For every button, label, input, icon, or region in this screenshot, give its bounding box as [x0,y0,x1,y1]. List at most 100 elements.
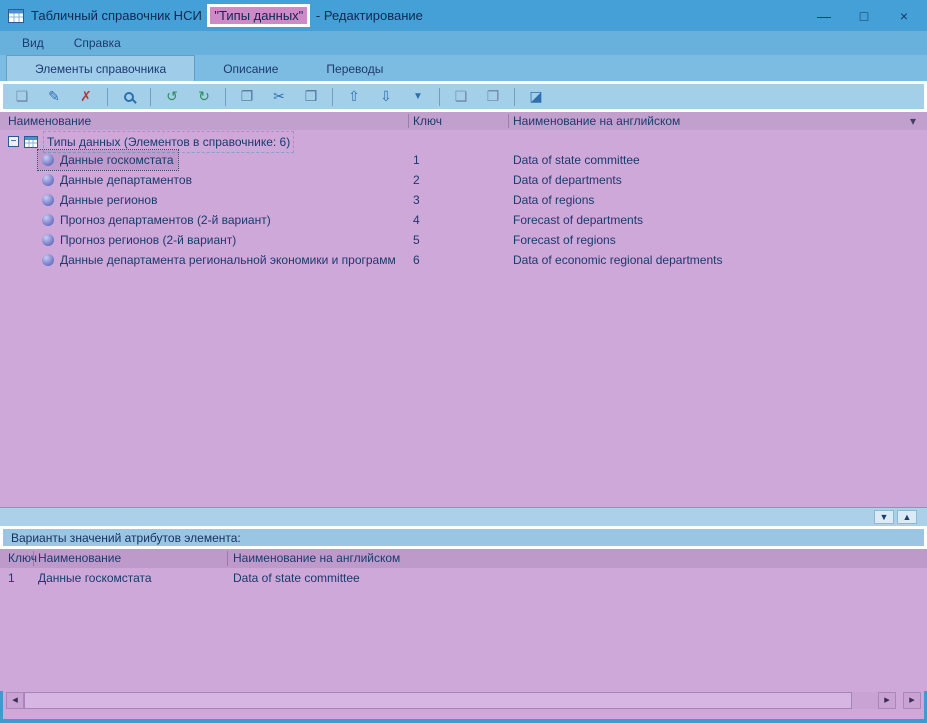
app-icon [8,9,24,23]
table-row[interactable]: Данные департамента региональной экономи… [0,250,927,270]
element-name-en: Data of state committee [513,150,640,170]
add-element-button[interactable]: ❏ [9,86,35,108]
element-key: 5 [413,230,420,250]
column-separator [33,551,34,566]
move-up-button[interactable]: ⇧ [341,86,367,108]
scrollbar-track[interactable] [24,692,878,709]
column-header-key[interactable]: Ключ [413,112,442,130]
element-key: 1 [413,150,420,170]
element-name: Данные департаментов [60,170,192,190]
delete-element-button[interactable]: ✗ [73,86,99,108]
menu-bar: Вид Справка [0,31,927,55]
attribute-key: 1 [8,568,15,588]
move-down-button[interactable]: ⇩ [373,86,399,108]
table-row[interactable]: Данные департаментов 2 Data of departmen… [0,170,927,190]
window-title-suffix: - Редактирование [312,8,423,23]
scroll-right-button-2[interactable]: ▸ [903,692,921,709]
scroll-right-button[interactable]: ▸ [878,692,896,709]
toolbar-separator [225,88,226,106]
element-key: 4 [413,210,420,230]
attribute-name-en: Data of state committee [233,568,360,588]
attribute-name: Данные госкомстата [38,568,152,588]
sync-button[interactable]: ↺ [159,86,185,108]
search-button[interactable] [116,86,142,108]
column-header-name-en[interactable]: Наименование на английском [233,549,400,568]
maximize-button[interactable]: □ [849,5,879,27]
clear-button[interactable]: ◪ [523,86,549,108]
tree-root-row[interactable]: − Типы данных (Элементов в справочнике: … [0,130,927,150]
element-key: 2 [413,170,420,190]
filter-button[interactable]: ▼ [405,86,431,108]
element-name: Прогноз регионов (2-й вариант) [60,230,236,250]
element-name-en: Data of regions [513,190,594,210]
scrollbar-thumb[interactable] [24,692,852,709]
element-bullet-icon [42,174,54,186]
table-row[interactable]: 1 Данные госкомстата Data of state commi… [0,568,927,588]
app-window: Табличный справочник НСИ "Типы данных" -… [0,0,927,723]
element-name-en: Forecast of regions [513,230,616,250]
splitter-collapse-button[interactable]: ▼ [874,510,894,524]
elements-grid-header: Наименование Ключ Наименование на англий… [0,112,927,130]
paste-page-button[interactable]: ❐ [480,86,506,108]
horizontal-scrollbar: ◂ ▸ ▸ [6,691,921,710]
element-bullet-icon [42,254,54,266]
attribute-values-grid: Ключ Наименование Наименование на англий… [0,549,927,691]
minimize-button[interactable]: — [809,5,839,27]
element-bullet-icon [42,214,54,226]
scroll-left-button[interactable]: ◂ [6,692,24,709]
dictionary-table-icon [24,136,38,148]
toolbar-separator [107,88,108,106]
table-row[interactable]: Прогноз регионов (2-й вариант) 5 Forecas… [0,230,927,250]
element-key: 3 [413,190,420,210]
paste-button[interactable]: ❒ [298,86,324,108]
menu-item-help[interactable]: Справка [68,34,127,52]
attributes-panel-title: Варианты значений атрибутов элемента: [11,531,241,545]
refresh-button[interactable]: ↻ [191,86,217,108]
element-name-en: Forecast of departments [513,210,643,230]
column-chooser-button[interactable]: ▾ [905,112,921,130]
element-name: Прогноз департаментов (2-й вариант) [60,210,271,230]
element-bullet-icon [42,154,54,166]
attribute-values-grid-header: Ключ Наименование Наименование на англий… [0,549,927,568]
tab-description[interactable]: Описание [203,57,298,81]
column-separator [508,114,509,128]
tree-collapse-toggle[interactable]: − [8,136,19,147]
window-border-bottom [0,719,927,723]
cut-button[interactable]: ✂ [266,86,292,108]
close-button[interactable]: × [889,5,919,27]
element-key: 6 [413,250,420,270]
tab-translations[interactable]: Переводы [306,57,403,81]
tab-dictionary-elements[interactable]: Элементы справочника [6,55,195,81]
tab-bar: Элементы справочника Описание Переводы [0,55,927,81]
column-header-name-en[interactable]: Наименование на английском [513,112,680,130]
element-name: Данные регионов [60,190,157,210]
window-title: Табличный справочник НСИ "Типы данных" -… [31,4,423,27]
element-bullet-icon [42,234,54,246]
element-name: Данные департамента региональной экономи… [60,250,396,270]
splitter-expand-button[interactable]: ▲ [897,510,917,524]
edit-element-button[interactable]: ✎ [41,86,67,108]
column-header-name[interactable]: Наименование [38,549,121,568]
table-row[interactable]: Данные госкомстата 1 Data of state commi… [0,150,927,170]
toolbar-annotation: ❏ ✎ ✗ ↺ ↻ ❐ ✂ ❒ ⇧ ⇩ ▼ ❏ ❐ ◪ [0,81,927,112]
attributes-panel-title-annotation: Варианты значений атрибутов элемента: [0,526,927,549]
menu-item-view[interactable]: Вид [16,34,50,52]
window-controls: — □ × [799,5,919,27]
column-separator [408,114,409,128]
search-icon [124,92,134,102]
element-name-en: Data of departments [513,170,622,190]
elements-grid: Наименование Ключ Наименование на англий… [0,112,927,508]
copy-page-button[interactable]: ❏ [448,86,474,108]
element-name: Данные госкомстата [60,150,174,170]
toolbar-separator [150,88,151,106]
element-bullet-icon [42,194,54,206]
column-separator [227,551,228,566]
toolbar-separator [514,88,515,106]
copy-button[interactable]: ❐ [234,86,260,108]
title-bar: Табличный справочник НСИ "Типы данных" -… [0,0,927,31]
splitter-bar[interactable]: ▼ ▲ [0,508,927,526]
title-highlight-annotation: "Типы данных" [207,4,310,27]
table-row[interactable]: Прогноз департаментов (2-й вариант) 4 Fo… [0,210,927,230]
column-header-name[interactable]: Наименование [8,112,91,130]
table-row[interactable]: Данные регионов 3 Data of regions [0,190,927,210]
